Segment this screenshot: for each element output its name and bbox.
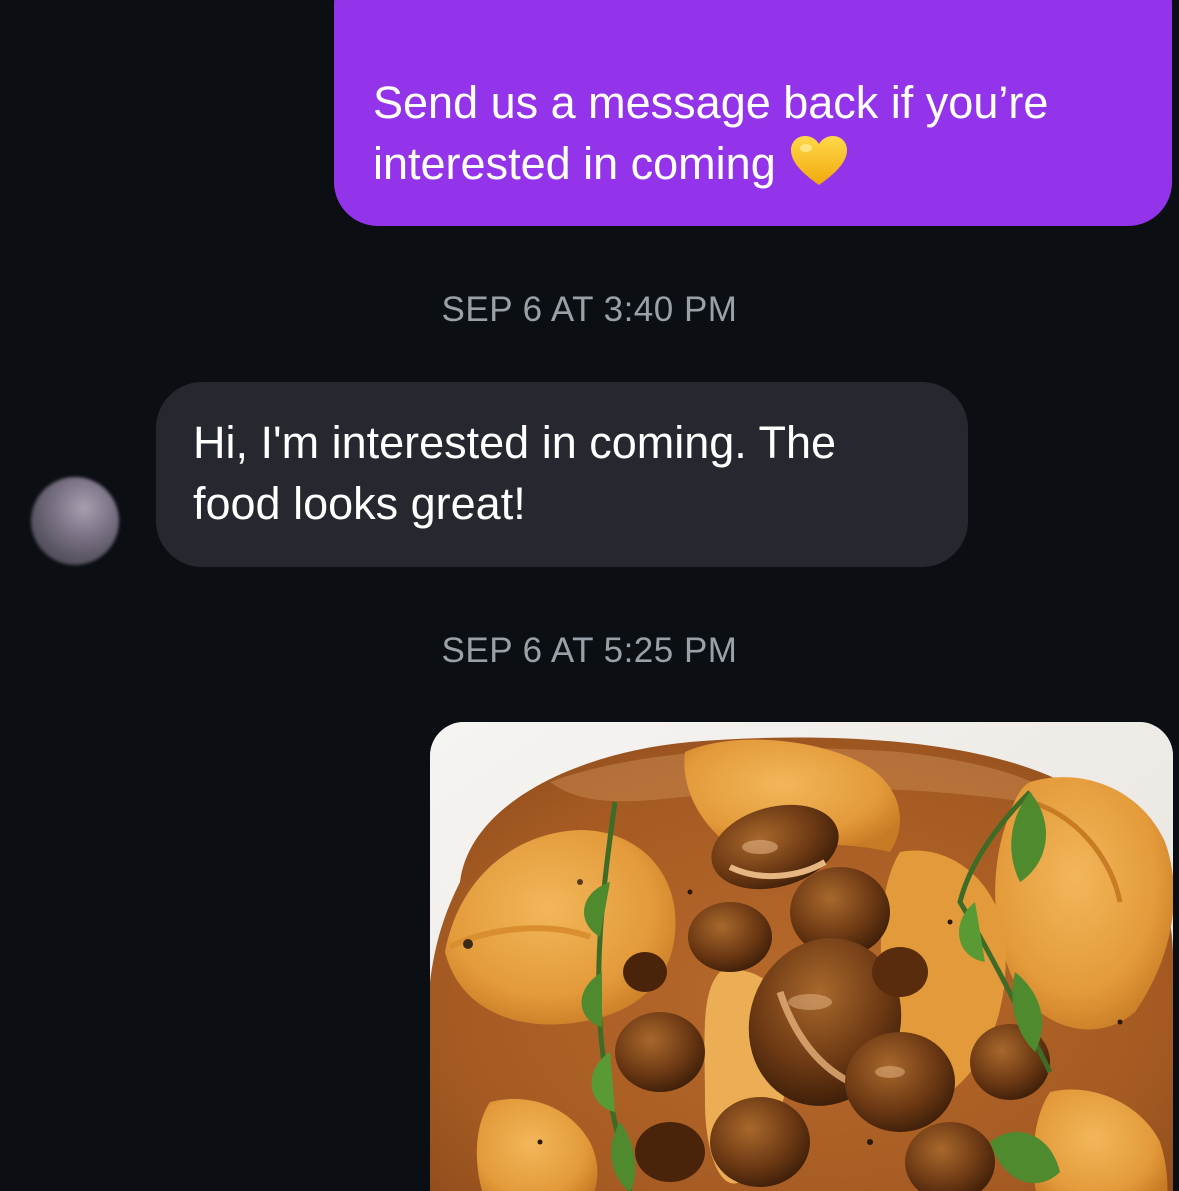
outgoing-message-line-1: Send us a message back if you’re — [373, 77, 1049, 128]
outgoing-message-line-2-text: interested in coming — [373, 138, 776, 189]
incoming-message-line-1: Hi, I'm interested in coming. The — [193, 417, 837, 468]
outgoing-message-bubble[interactable]: Send us a message back if you’re interes… — [334, 0, 1172, 226]
timestamp-divider: SEP 6 AT 3:40 PM — [441, 290, 738, 329]
incoming-message-line-2: food looks great! — [193, 478, 526, 529]
yellow-heart-icon — [790, 135, 848, 202]
timestamp-divider: SEP 6 AT 5:25 PM — [441, 631, 738, 670]
chat-thread: Send us a message back if you’re interes… — [0, 0, 1179, 1191]
outgoing-message-line-2: interested in coming — [373, 133, 1132, 202]
ravioli-with-mushrooms-photo[interactable] — [430, 722, 1173, 1191]
incoming-message-bubble[interactable]: Hi, I'm interested in coming. The food l… — [156, 382, 968, 567]
avatar[interactable] — [31, 477, 119, 565]
